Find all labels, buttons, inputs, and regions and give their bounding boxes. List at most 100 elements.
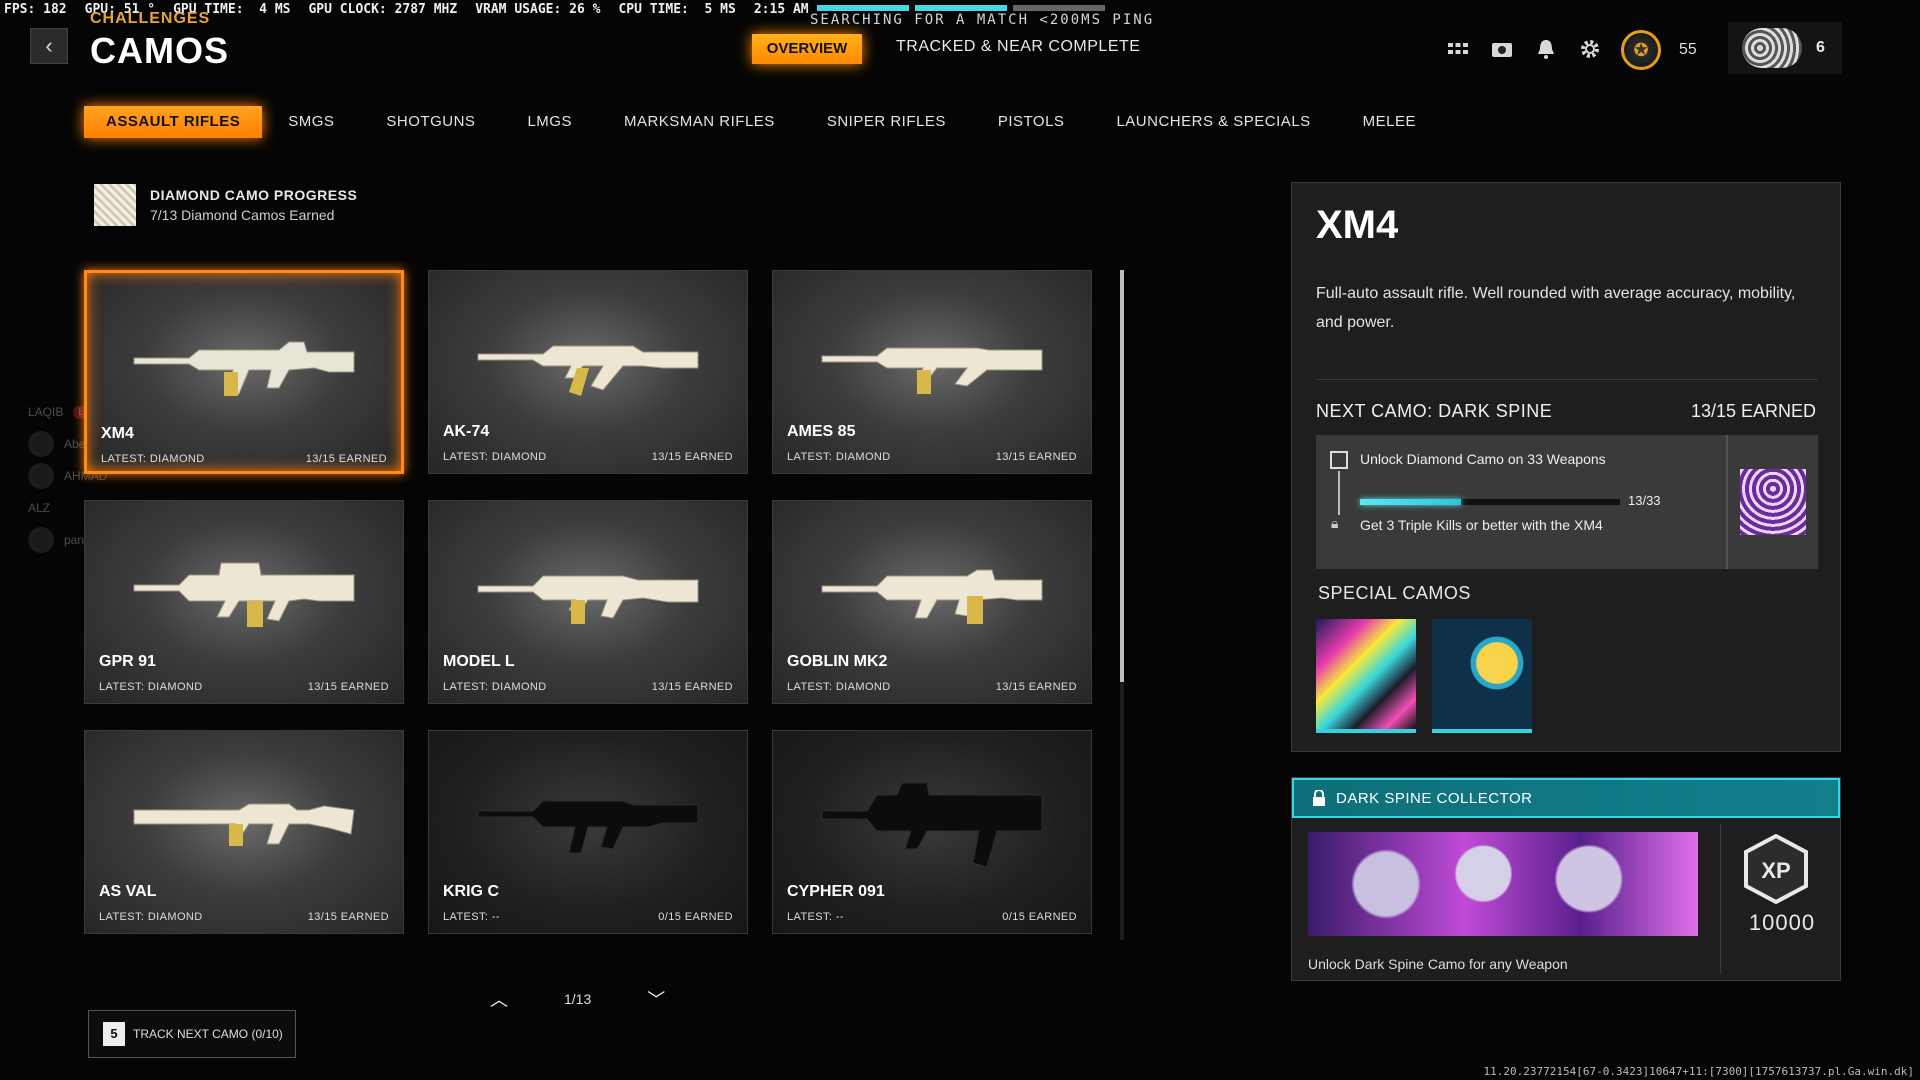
weapon-image [133, 562, 355, 627]
weapon-earned: 13/15 EARNED [307, 911, 389, 923]
challenge-progress-bar [1360, 499, 1620, 505]
weapon-detail-panel: XM4 Full-auto assault rifle. Well rounde… [1291, 182, 1841, 752]
collector-header: DARK SPINE COLLECTOR [1292, 778, 1840, 818]
matchmaking-status: SEARCHING FOR A MATCH <200MS PING [810, 12, 1155, 28]
next-camo-earned: 13/15 EARNED [1690, 401, 1816, 421]
weapon-card-as-val[interactable]: AS VAL LATEST: DIAMOND 13/15 EARNED [84, 730, 404, 934]
special-camo-underline [1432, 729, 1532, 733]
weapon-latest-camo: LATEST: DIAMOND [443, 451, 547, 463]
lock-icon: 🔒︎ [1331, 515, 1339, 531]
weapon-earned: 0/15 EARNED [1002, 911, 1077, 923]
weapon-name: CYPHER 091 [787, 883, 885, 900]
divider [1338, 471, 1340, 515]
weapon-category-tabs: ASSAULT RIFLES SMGS SHOTGUNS LMGS MARKSM… [84, 106, 1442, 138]
chevron-down-icon[interactable]: ﹀ [647, 986, 665, 1012]
chevron-up-icon[interactable]: ︿ [490, 986, 508, 1012]
bell-icon[interactable] [1533, 37, 1559, 63]
weapon-earned: 13/15 EARNED [305, 453, 387, 465]
weapon-card-goblin-mk2[interactable]: GOBLIN MK2 LATEST: DIAMOND 13/15 EARNED [772, 500, 1092, 704]
grid-icon[interactable] [1445, 37, 1471, 63]
weapon-latest-camo: LATEST: DIAMOND [101, 453, 205, 465]
weapon-image [477, 800, 699, 854]
weapon-earned: 13/15 EARNED [651, 451, 733, 463]
weapon-latest-camo: LATEST: DIAMOND [443, 681, 547, 693]
scrollbar-thumb[interactable] [1120, 270, 1124, 682]
vram-readout: VRAM USAGE: 26 % [475, 2, 601, 17]
category-lmgs[interactable]: LMGS [501, 106, 598, 138]
collector-panel[interactable]: DARK SPINE COLLECTOR XP 10000 Unlock Dar… [1291, 777, 1841, 981]
special-camo-2[interactable] [1432, 619, 1532, 729]
weapon-latest-camo: LATEST: -- [787, 911, 844, 923]
weapon-card-ak-74[interactable]: AK-74 LATEST: DIAMOND 13/15 EARNED [428, 270, 748, 474]
avatar [28, 463, 54, 489]
category-launchers-specials[interactable]: LAUNCHERS & SPECIALS [1090, 106, 1336, 138]
camera-icon[interactable] [1489, 37, 1515, 63]
category-marksman-rifles[interactable]: MARKSMAN RIFLES [598, 106, 801, 138]
category-melee[interactable]: MELEE [1337, 106, 1442, 138]
tab-overview[interactable]: OVERVIEW [752, 34, 862, 64]
weapon-name: GPR 91 [99, 653, 156, 670]
special-camo-underline [1316, 729, 1416, 733]
category-shotguns[interactable]: SHOTGUNS [360, 106, 501, 138]
divider [1316, 379, 1818, 380]
page-supertitle: CHALLENGES [90, 10, 211, 27]
matchmaking-progress [817, 5, 1105, 11]
back-button[interactable]: ‹ [30, 28, 68, 64]
tab-tracked[interactable]: TRACKED & NEAR COMPLETE [896, 38, 1140, 56]
weapon-card-cypher-091[interactable]: CYPHER 091 LATEST: -- 0/15 EARNED [772, 730, 1092, 934]
weapon-card-gpr-91[interactable]: GPR 91 LATEST: DIAMOND 13/15 EARNED [84, 500, 404, 704]
weapon-card-xm4[interactable]: XM4 LATEST: DIAMOND 13/15 EARNED [84, 270, 404, 474]
weapon-card-krig-c[interactable]: KRIG C LATEST: -- 0/15 EARNED [428, 730, 748, 934]
gear-icon[interactable] [1577, 37, 1603, 63]
weapon-earned: 0/15 EARNED [658, 911, 733, 923]
prestige-icon[interactable]: ✪ [1621, 30, 1661, 70]
emblem-icon [1742, 28, 1802, 68]
weapon-image [133, 341, 355, 396]
special-camo-1[interactable] [1316, 619, 1416, 729]
party-count: 6 [1816, 39, 1825, 56]
weapon-grid: XM4 LATEST: DIAMOND 13/15 EARNED AK-74 L… [84, 270, 1092, 934]
challenge-progress-text: 13/33 [1628, 493, 1661, 508]
page-title: CAMOS [90, 30, 229, 71]
diamond-progress-subtitle: 7/13 Diamond Camos Earned [150, 207, 335, 223]
camo-challenge[interactable]: 🔒︎ Unlock Diamond Camo on 33 Weapons 13/… [1316, 435, 1726, 569]
weapon-image [821, 782, 1043, 868]
chevron-left-icon: ‹ [45, 33, 53, 58]
avatar [28, 431, 54, 457]
collector-camo-image [1308, 832, 1698, 936]
cpu-time-readout: CPU TIME: 5 MS [618, 2, 736, 17]
diamond-progress: DIAMOND CAMO PROGRESS 7/13 Diamond Camos… [94, 184, 357, 226]
challenge-progress-fill [1360, 499, 1462, 505]
track-next-camo-label: TRACK NEXT CAMO (0/10) [133, 1027, 283, 1041]
lock-icon [1313, 790, 1325, 806]
weapon-card-model-l[interactable]: MODEL L LATEST: DIAMOND 13/15 EARNED [428, 500, 748, 704]
collector-title: DARK SPINE COLLECTOR [1336, 789, 1533, 807]
weapon-image [821, 347, 1043, 394]
challenge-title: Unlock Diamond Camo on 33 Weapons [1360, 451, 1606, 467]
weapon-image [133, 803, 355, 846]
weapon-image [821, 569, 1043, 624]
weapon-card-ames-85[interactable]: AMES 85 LATEST: DIAMOND 13/15 EARNED [772, 270, 1092, 474]
divider [1720, 824, 1721, 974]
player-level: 55 [1679, 41, 1697, 58]
category-sniper-rifles[interactable]: SNIPER RIFLES [801, 106, 972, 138]
category-smgs[interactable]: SMGS [262, 106, 360, 138]
fps-readout: FPS: 182 [4, 2, 67, 17]
category-pistols[interactable]: PISTOLS [972, 106, 1091, 138]
weapon-latest-camo: LATEST: DIAMOND [99, 911, 203, 923]
clock-readout: 2:15 AM [753, 2, 809, 17]
pager: ︿ 1/13 ﹀ [490, 986, 665, 1012]
weapon-image [477, 345, 699, 396]
special-camos-title: SPECIAL CAMOS [1318, 583, 1471, 603]
weapon-latest-camo: LATEST: DIAMOND [787, 681, 891, 693]
track-next-camo-button[interactable]: 5 TRACK NEXT CAMO (0/10) [88, 1010, 296, 1058]
diamond-progress-title: DIAMOND CAMO PROGRESS [150, 187, 358, 203]
next-camo-preview[interactable] [1726, 435, 1818, 569]
svg-text:XP: XP [1761, 858, 1790, 883]
challenge-subtitle: Get 3 Triple Kills or better with the XM… [1360, 517, 1603, 533]
weapon-latest-camo: LATEST: -- [443, 911, 500, 923]
party-widget[interactable]: 6 [1728, 22, 1842, 74]
detail-weapon-name: XM4 [1316, 203, 1399, 247]
category-assault-rifles[interactable]: ASSAULT RIFLES [84, 106, 263, 138]
weapon-name: MODEL L [443, 653, 515, 670]
